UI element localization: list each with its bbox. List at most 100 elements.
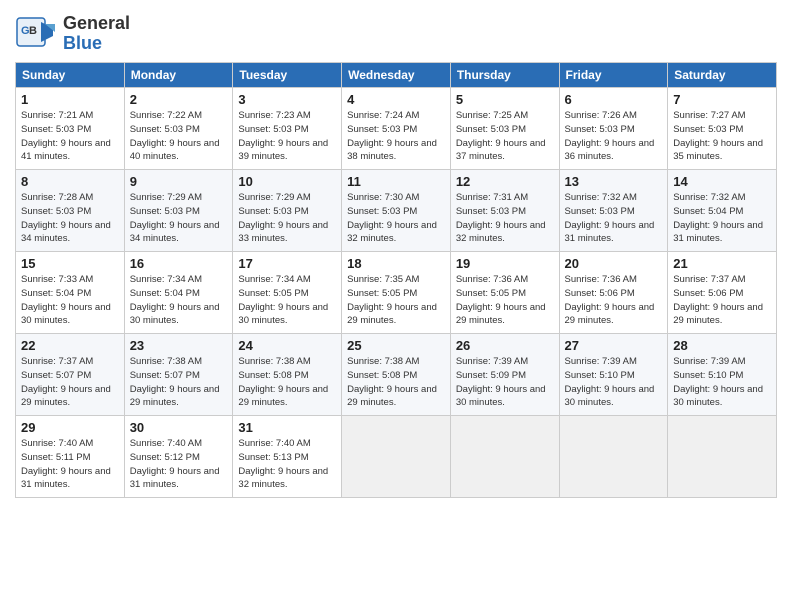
day-info: Sunrise: 7:38 AMSunset: 5:08 PMDaylight:… [347,356,437,408]
calendar-cell: 17 Sunrise: 7:34 AMSunset: 5:05 PMDaylig… [233,252,342,334]
calendar-week-3: 15 Sunrise: 7:33 AMSunset: 5:04 PMDaylig… [16,252,777,334]
calendar-cell: 1 Sunrise: 7:21 AMSunset: 5:03 PMDayligh… [16,88,125,170]
calendar-cell: 25 Sunrise: 7:38 AMSunset: 5:08 PMDaylig… [342,334,451,416]
day-info: Sunrise: 7:32 AMSunset: 5:03 PMDaylight:… [565,192,655,244]
calendar-cell: 8 Sunrise: 7:28 AMSunset: 5:03 PMDayligh… [16,170,125,252]
day-number: 18 [347,256,445,271]
day-number: 20 [565,256,663,271]
calendar-cell: 14 Sunrise: 7:32 AMSunset: 5:04 PMDaylig… [668,170,777,252]
calendar-cell: 22 Sunrise: 7:37 AMSunset: 5:07 PMDaylig… [16,334,125,416]
calendar-cell [342,416,451,498]
day-info: Sunrise: 7:28 AMSunset: 5:03 PMDaylight:… [21,192,111,244]
calendar-cell: 24 Sunrise: 7:38 AMSunset: 5:08 PMDaylig… [233,334,342,416]
day-number: 5 [456,92,554,107]
calendar-cell: 16 Sunrise: 7:34 AMSunset: 5:04 PMDaylig… [124,252,233,334]
day-number: 25 [347,338,445,353]
day-info: Sunrise: 7:39 AMSunset: 5:10 PMDaylight:… [673,356,763,408]
day-number: 8 [21,174,119,189]
calendar-cell: 30 Sunrise: 7:40 AMSunset: 5:12 PMDaylig… [124,416,233,498]
day-number: 30 [130,420,228,435]
day-info: Sunrise: 7:33 AMSunset: 5:04 PMDaylight:… [21,274,111,326]
day-info: Sunrise: 7:40 AMSunset: 5:11 PMDaylight:… [21,438,111,490]
day-info: Sunrise: 7:34 AMSunset: 5:04 PMDaylight:… [130,274,220,326]
calendar-cell [450,416,559,498]
day-number: 16 [130,256,228,271]
day-number: 7 [673,92,771,107]
calendar-cell: 10 Sunrise: 7:29 AMSunset: 5:03 PMDaylig… [233,170,342,252]
calendar-cell: 12 Sunrise: 7:31 AMSunset: 5:03 PMDaylig… [450,170,559,252]
day-info: Sunrise: 7:35 AMSunset: 5:05 PMDaylight:… [347,274,437,326]
day-info: Sunrise: 7:36 AMSunset: 5:05 PMDaylight:… [456,274,546,326]
calendar-week-2: 8 Sunrise: 7:28 AMSunset: 5:03 PMDayligh… [16,170,777,252]
weekday-header-sunday: Sunday [16,63,125,88]
calendar-body: 1 Sunrise: 7:21 AMSunset: 5:03 PMDayligh… [16,88,777,498]
calendar-cell: 26 Sunrise: 7:39 AMSunset: 5:09 PMDaylig… [450,334,559,416]
calendar-cell: 18 Sunrise: 7:35 AMSunset: 5:05 PMDaylig… [342,252,451,334]
calendar-cell: 20 Sunrise: 7:36 AMSunset: 5:06 PMDaylig… [559,252,668,334]
day-info: Sunrise: 7:37 AMSunset: 5:06 PMDaylight:… [673,274,763,326]
calendar-cell: 28 Sunrise: 7:39 AMSunset: 5:10 PMDaylig… [668,334,777,416]
calendar-cell: 9 Sunrise: 7:29 AMSunset: 5:03 PMDayligh… [124,170,233,252]
calendar-cell: 31 Sunrise: 7:40 AMSunset: 5:13 PMDaylig… [233,416,342,498]
calendar-cell: 5 Sunrise: 7:25 AMSunset: 5:03 PMDayligh… [450,88,559,170]
header: G B General Blue [15,10,777,54]
day-number: 22 [21,338,119,353]
weekday-header-row: SundayMondayTuesdayWednesdayThursdayFrid… [16,63,777,88]
weekday-header-tuesday: Tuesday [233,63,342,88]
calendar-cell: 27 Sunrise: 7:39 AMSunset: 5:10 PMDaylig… [559,334,668,416]
weekday-header-wednesday: Wednesday [342,63,451,88]
logo: G B General Blue [15,14,130,54]
weekday-header-saturday: Saturday [668,63,777,88]
day-number: 27 [565,338,663,353]
calendar-week-4: 22 Sunrise: 7:37 AMSunset: 5:07 PMDaylig… [16,334,777,416]
logo-general: General [63,14,130,34]
day-info: Sunrise: 7:40 AMSunset: 5:12 PMDaylight:… [130,438,220,490]
day-info: Sunrise: 7:38 AMSunset: 5:08 PMDaylight:… [238,356,328,408]
weekday-header-monday: Monday [124,63,233,88]
day-info: Sunrise: 7:27 AMSunset: 5:03 PMDaylight:… [673,110,763,162]
calendar-table: SundayMondayTuesdayWednesdayThursdayFrid… [15,62,777,498]
day-number: 17 [238,256,336,271]
weekday-header-thursday: Thursday [450,63,559,88]
day-number: 26 [456,338,554,353]
day-info: Sunrise: 7:34 AMSunset: 5:05 PMDaylight:… [238,274,328,326]
day-info: Sunrise: 7:24 AMSunset: 5:03 PMDaylight:… [347,110,437,162]
calendar-cell: 15 Sunrise: 7:33 AMSunset: 5:04 PMDaylig… [16,252,125,334]
calendar-cell: 4 Sunrise: 7:24 AMSunset: 5:03 PMDayligh… [342,88,451,170]
day-info: Sunrise: 7:30 AMSunset: 5:03 PMDaylight:… [347,192,437,244]
day-info: Sunrise: 7:25 AMSunset: 5:03 PMDaylight:… [456,110,546,162]
calendar-cell [559,416,668,498]
day-info: Sunrise: 7:29 AMSunset: 5:03 PMDaylight:… [238,192,328,244]
day-info: Sunrise: 7:22 AMSunset: 5:03 PMDaylight:… [130,110,220,162]
calendar-cell: 13 Sunrise: 7:32 AMSunset: 5:03 PMDaylig… [559,170,668,252]
day-info: Sunrise: 7:31 AMSunset: 5:03 PMDaylight:… [456,192,546,244]
day-number: 2 [130,92,228,107]
day-number: 28 [673,338,771,353]
calendar-cell: 19 Sunrise: 7:36 AMSunset: 5:05 PMDaylig… [450,252,559,334]
day-info: Sunrise: 7:36 AMSunset: 5:06 PMDaylight:… [565,274,655,326]
day-info: Sunrise: 7:37 AMSunset: 5:07 PMDaylight:… [21,356,111,408]
day-number: 4 [347,92,445,107]
day-number: 6 [565,92,663,107]
calendar-cell: 21 Sunrise: 7:37 AMSunset: 5:06 PMDaylig… [668,252,777,334]
day-info: Sunrise: 7:23 AMSunset: 5:03 PMDaylight:… [238,110,328,162]
day-info: Sunrise: 7:39 AMSunset: 5:10 PMDaylight:… [565,356,655,408]
day-number: 9 [130,174,228,189]
page-container: G B General Blue SundayMondayTuesdayWedn… [0,0,792,508]
day-number: 31 [238,420,336,435]
svg-text:B: B [29,25,37,37]
day-number: 29 [21,420,119,435]
day-number: 14 [673,174,771,189]
calendar-cell: 7 Sunrise: 7:27 AMSunset: 5:03 PMDayligh… [668,88,777,170]
day-number: 13 [565,174,663,189]
day-info: Sunrise: 7:21 AMSunset: 5:03 PMDaylight:… [21,110,111,162]
day-info: Sunrise: 7:29 AMSunset: 5:03 PMDaylight:… [130,192,220,244]
day-number: 3 [238,92,336,107]
calendar-cell: 11 Sunrise: 7:30 AMSunset: 5:03 PMDaylig… [342,170,451,252]
day-number: 10 [238,174,336,189]
day-number: 11 [347,174,445,189]
day-number: 24 [238,338,336,353]
calendar-cell: 2 Sunrise: 7:22 AMSunset: 5:03 PMDayligh… [124,88,233,170]
day-info: Sunrise: 7:38 AMSunset: 5:07 PMDaylight:… [130,356,220,408]
calendar-cell [668,416,777,498]
